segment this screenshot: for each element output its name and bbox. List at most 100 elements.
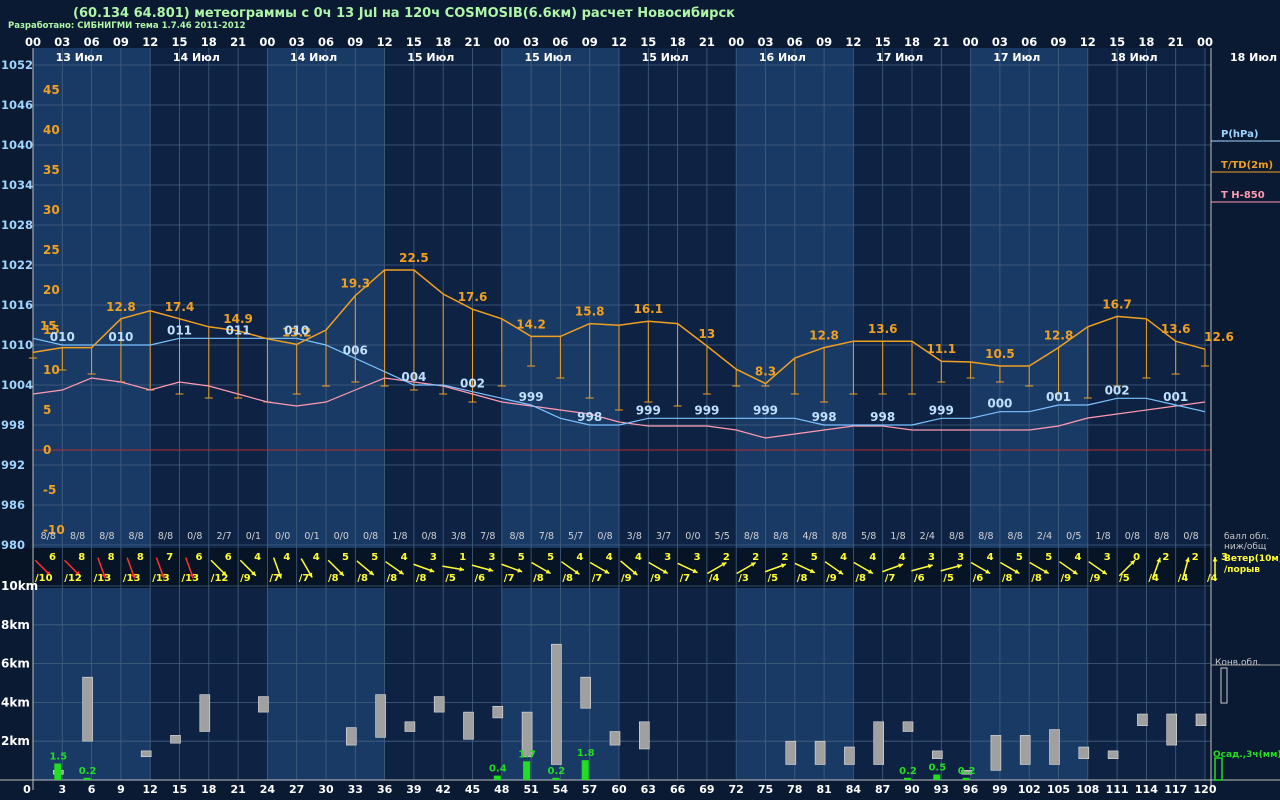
temperature-value-label: 22.5 [399, 251, 429, 265]
wind-gust-label: /7 [504, 573, 515, 584]
convective-cloud-bar [140, 750, 152, 758]
height-tick-label: 2km [1, 734, 30, 748]
hour-tick-label: 21 [230, 35, 246, 49]
wind-speed-label: 2 [782, 552, 789, 563]
date-label: 18 Июл [1110, 51, 1157, 64]
convective-cloud-bar [609, 731, 621, 746]
column-band [91, 48, 121, 780]
pressure-tick-label: 1022 [1, 258, 33, 272]
cloud-cover-label: 8/8 [1154, 531, 1169, 542]
cloud-cover-label: 7/8 [480, 531, 495, 542]
pressure-tick-label: 1052 [1, 58, 33, 72]
forecast-hour-label: 111 [1106, 783, 1129, 796]
wind-gust-label: /5 [943, 573, 954, 584]
precipitation-label: 1.8 [577, 748, 595, 759]
wind-gust-label: /12 [64, 573, 82, 584]
pressure-value-label: 001 [1163, 390, 1188, 404]
convective-cloud-bar [1019, 735, 1031, 765]
wind-arrow-head [1212, 557, 1218, 562]
cloud-cover-label: 3/8 [627, 531, 642, 542]
wind-gust-label: /9 [650, 573, 661, 584]
convective-cloud-bar [814, 740, 826, 765]
temperature-value-label: 12.8 [809, 329, 839, 343]
wind-gust-label: /7 [592, 573, 603, 584]
pressure-value-label: 010 [50, 330, 75, 344]
hour-tick-label: 06 [84, 35, 100, 49]
cloud-cover-label: 3/7 [656, 531, 671, 542]
convective-cloud-bar [82, 676, 93, 742]
cloud-cover-label: 0/8 [363, 531, 378, 542]
legend-conv: Конв.обл. [1215, 658, 1261, 668]
wind-speed-label: 4 [401, 552, 408, 563]
precipitation-label: 1.7 [518, 749, 536, 760]
hour-tick-label: 09 [582, 35, 598, 49]
cloud-cover-label: 5/7 [568, 531, 583, 542]
hour-tick-label: 18 [435, 35, 451, 49]
wind-speed-label: 3 [928, 552, 935, 563]
forecast-hour-label: 51 [523, 783, 538, 796]
cloud-cover-label: 8/8 [832, 531, 847, 542]
hour-tick-label: 03 [523, 35, 539, 49]
wind-speed-label: 2 [1162, 552, 1169, 563]
hour-tick-label: 09 [347, 35, 363, 49]
forecast-hour-label: 6 [88, 783, 96, 796]
temperature-tick-label: 35 [43, 163, 60, 177]
wind-speed-label: 6 [49, 552, 56, 563]
temperature-tick-label: 25 [43, 243, 60, 257]
cloud-cover-label: 8/8 [773, 531, 788, 542]
hour-tick-label: 03 [757, 35, 773, 49]
legend-wind: Ветер(10м) [1224, 554, 1280, 564]
date-label: 14 Июл [290, 51, 337, 64]
wind-speed-label: 0 [1133, 552, 1140, 563]
pressure-tick-label: 1004 [1, 378, 33, 392]
convective-cloud-bar [463, 711, 474, 740]
hour-tick-label: 12 [377, 35, 393, 49]
cloud-cover-label: 7/8 [539, 531, 554, 542]
forecast-hour-label: 18 [201, 783, 216, 796]
convective-cloud-bar [258, 696, 269, 713]
pressure-value-label: 000 [987, 397, 1012, 411]
forecast-hour-label: 3 [58, 783, 66, 796]
temperature-value-label: 13.6 [868, 322, 898, 336]
cloud-cover-label: 8/8 [129, 531, 144, 542]
hour-tick-label: 15 [171, 35, 187, 49]
precipitation-bar [83, 777, 91, 780]
height-tick-label: 8km [1, 618, 30, 632]
hour-tick-label: 03 [54, 35, 70, 49]
hour-tick-label: 12 [845, 35, 861, 49]
temperature-value-label: 14.2 [516, 317, 546, 331]
cloud-cover-label: 8/8 [70, 531, 85, 542]
hour-tick-label: 00 [728, 35, 744, 49]
temperature-value-label: 16.7 [1102, 297, 1132, 311]
hour-tick-label: 21 [933, 35, 949, 49]
wind-speed-label: 2 [723, 552, 730, 563]
forecast-hour-label: 48 [494, 783, 509, 796]
column-band [413, 48, 444, 780]
pressure-tick-label: 1046 [1, 98, 33, 112]
wind-speed-label: 5 [342, 552, 349, 563]
wind-gust-label: /13 [123, 573, 141, 584]
cloud-cover-label: 8/8 [978, 531, 993, 542]
column-band [1058, 48, 1088, 780]
wind-gust-label: /12 [211, 573, 229, 584]
cloud-cover-label: 2/4 [920, 531, 935, 542]
convective-cloud-bar [1195, 713, 1207, 726]
wind-speed-label: 3 [430, 552, 437, 563]
precipitation-label: 0.4 [489, 764, 507, 775]
wind-speed-label: 3 [1104, 552, 1111, 563]
forecast-hour-label: 117 [1164, 783, 1187, 796]
forecast-hour-label: 24 [260, 783, 276, 796]
hour-tick-label: 09 [113, 35, 129, 49]
temperature-value-label: 12.8 [1044, 329, 1074, 343]
pressure-tick-label: 998 [1, 418, 25, 432]
temperature-tick-label: 10 [43, 363, 60, 377]
convective-cloud-bar [345, 727, 357, 746]
forecast-hour-label: 0 [23, 783, 31, 796]
pressure-value-label: 999 [929, 403, 954, 417]
wind-speed-label: 3 [664, 552, 671, 563]
column-band [1175, 48, 1205, 780]
legend-clouds-2: ниж/общ [1224, 542, 1267, 552]
column-band [238, 48, 268, 780]
hour-tick-label: 03 [289, 35, 305, 49]
cloud-cover-label: 8/8 [41, 531, 56, 542]
